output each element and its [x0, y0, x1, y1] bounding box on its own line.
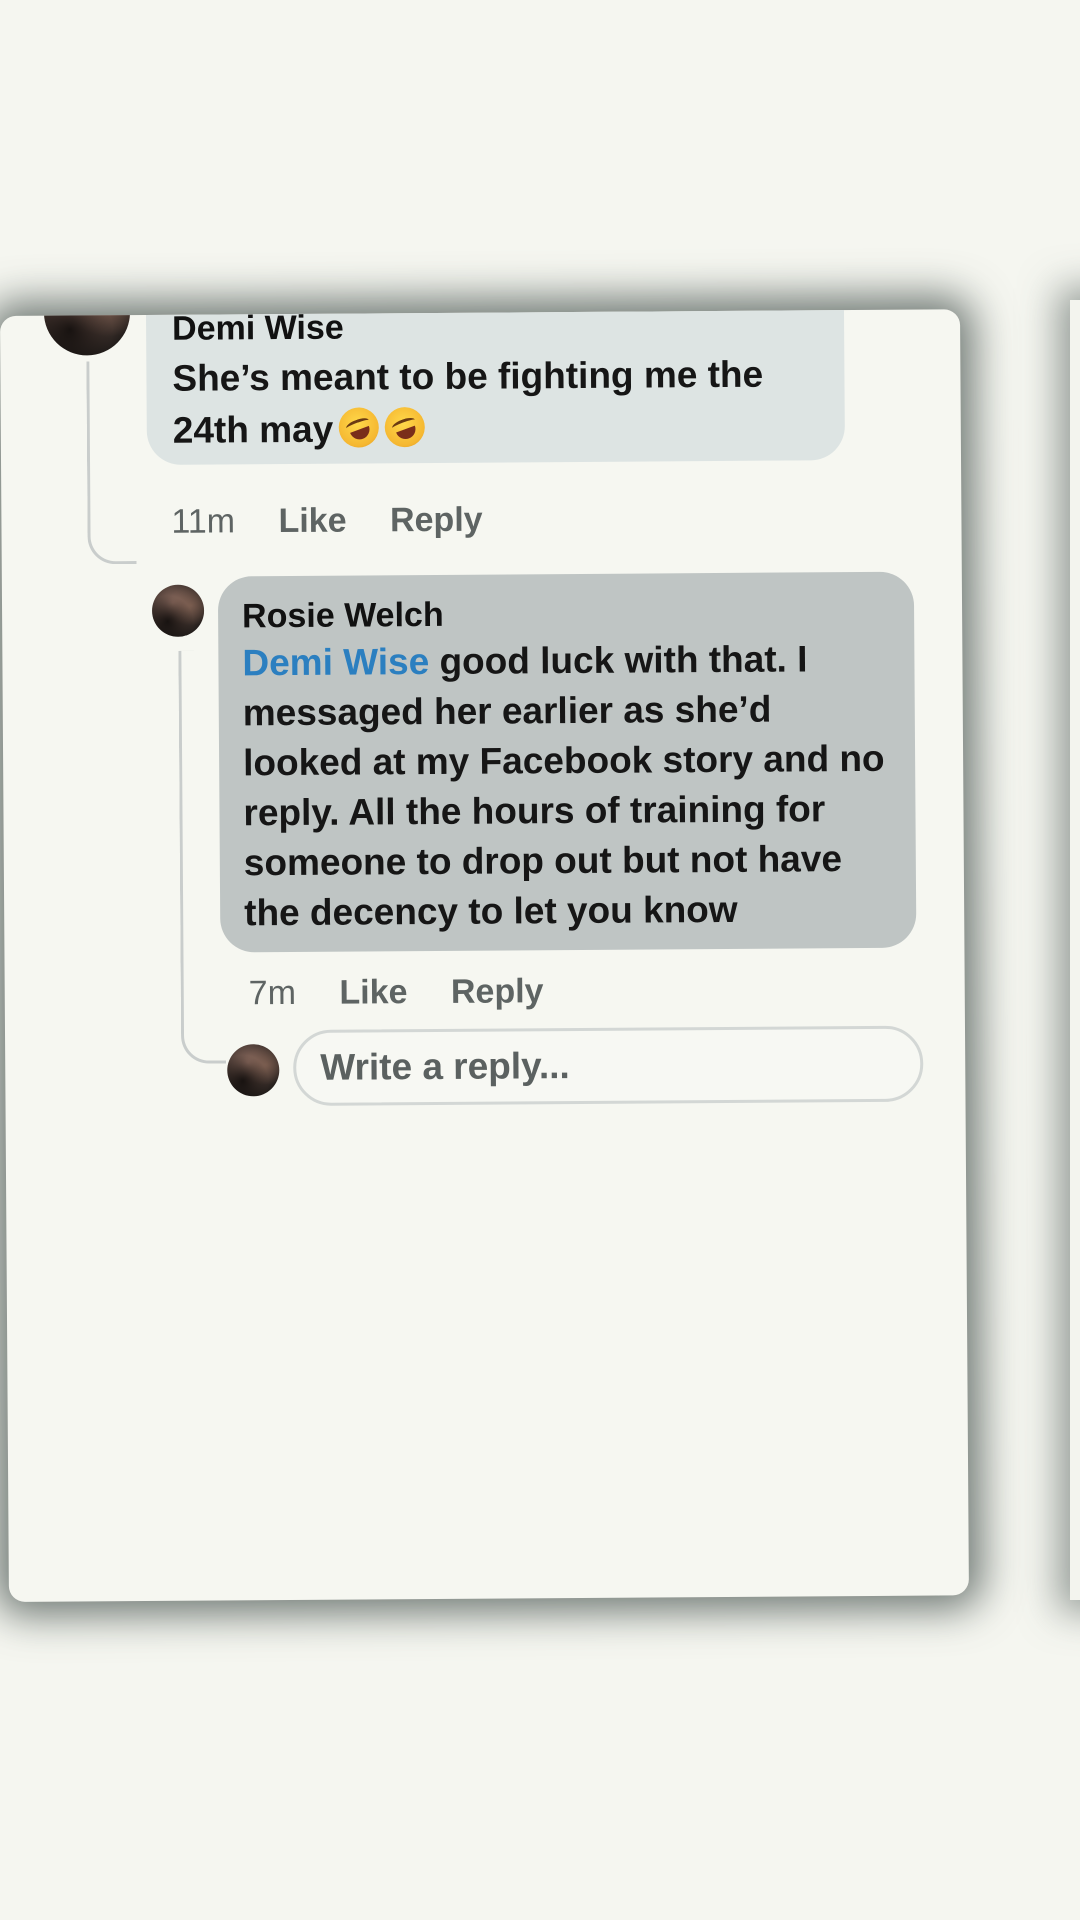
write-reply-input[interactable]: Write a reply...: [292, 1025, 924, 1106]
comment-actions-demi: 11m Like Reply: [171, 501, 482, 542]
laughing-emoji-icon: [379, 401, 431, 453]
like-button[interactable]: Like: [339, 973, 407, 1011]
comment-actions-rosie: 7m Like Reply: [249, 972, 544, 1013]
comment-text: Demi Wise good luck with that. I message…: [242, 634, 892, 939]
comment-text: She’s meant to be fighting me the 24th m…: [172, 348, 819, 457]
current-user-avatar: [227, 1044, 280, 1097]
comment-timestamp: 11m: [171, 502, 236, 541]
comment-author[interactable]: Demi Wise: [172, 309, 818, 349]
laughing-emoji-icon: [333, 401, 385, 454]
rosie-welch-avatar[interactable]: [151, 584, 205, 637]
comment-bubble-rosie: Rosie Welch Demi Wise good luck with tha…: [217, 571, 917, 953]
like-button[interactable]: Like: [278, 502, 346, 540]
reply-input-placeholder: Write a reply...: [320, 1045, 570, 1088]
adjacent-card-edge: [1070, 300, 1080, 1600]
comment-text-content: She’s meant to be fighting me the 24th m…: [172, 353, 764, 451]
demi-wise-avatar[interactable]: [43, 309, 131, 356]
screen: Demi Wise She’s meant to be fighting me …: [0, 0, 1080, 1920]
comment-author[interactable]: Rosie Welch: [242, 592, 890, 637]
thread-connector: [86, 361, 137, 565]
avatar-image: [151, 584, 205, 637]
avatar-image: [43, 309, 131, 356]
comment-thread-card: Demi Wise She’s meant to be fighting me …: [0, 309, 969, 1602]
reply-button[interactable]: Reply: [390, 501, 483, 540]
comment-bubble-demi: Demi Wise She’s meant to be fighting me …: [145, 309, 846, 465]
reply-button[interactable]: Reply: [451, 972, 544, 1011]
user-mention-link[interactable]: Demi Wise: [242, 641, 429, 683]
comment-timestamp: 7m: [248, 973, 297, 1013]
avatar-image: [227, 1044, 280, 1097]
